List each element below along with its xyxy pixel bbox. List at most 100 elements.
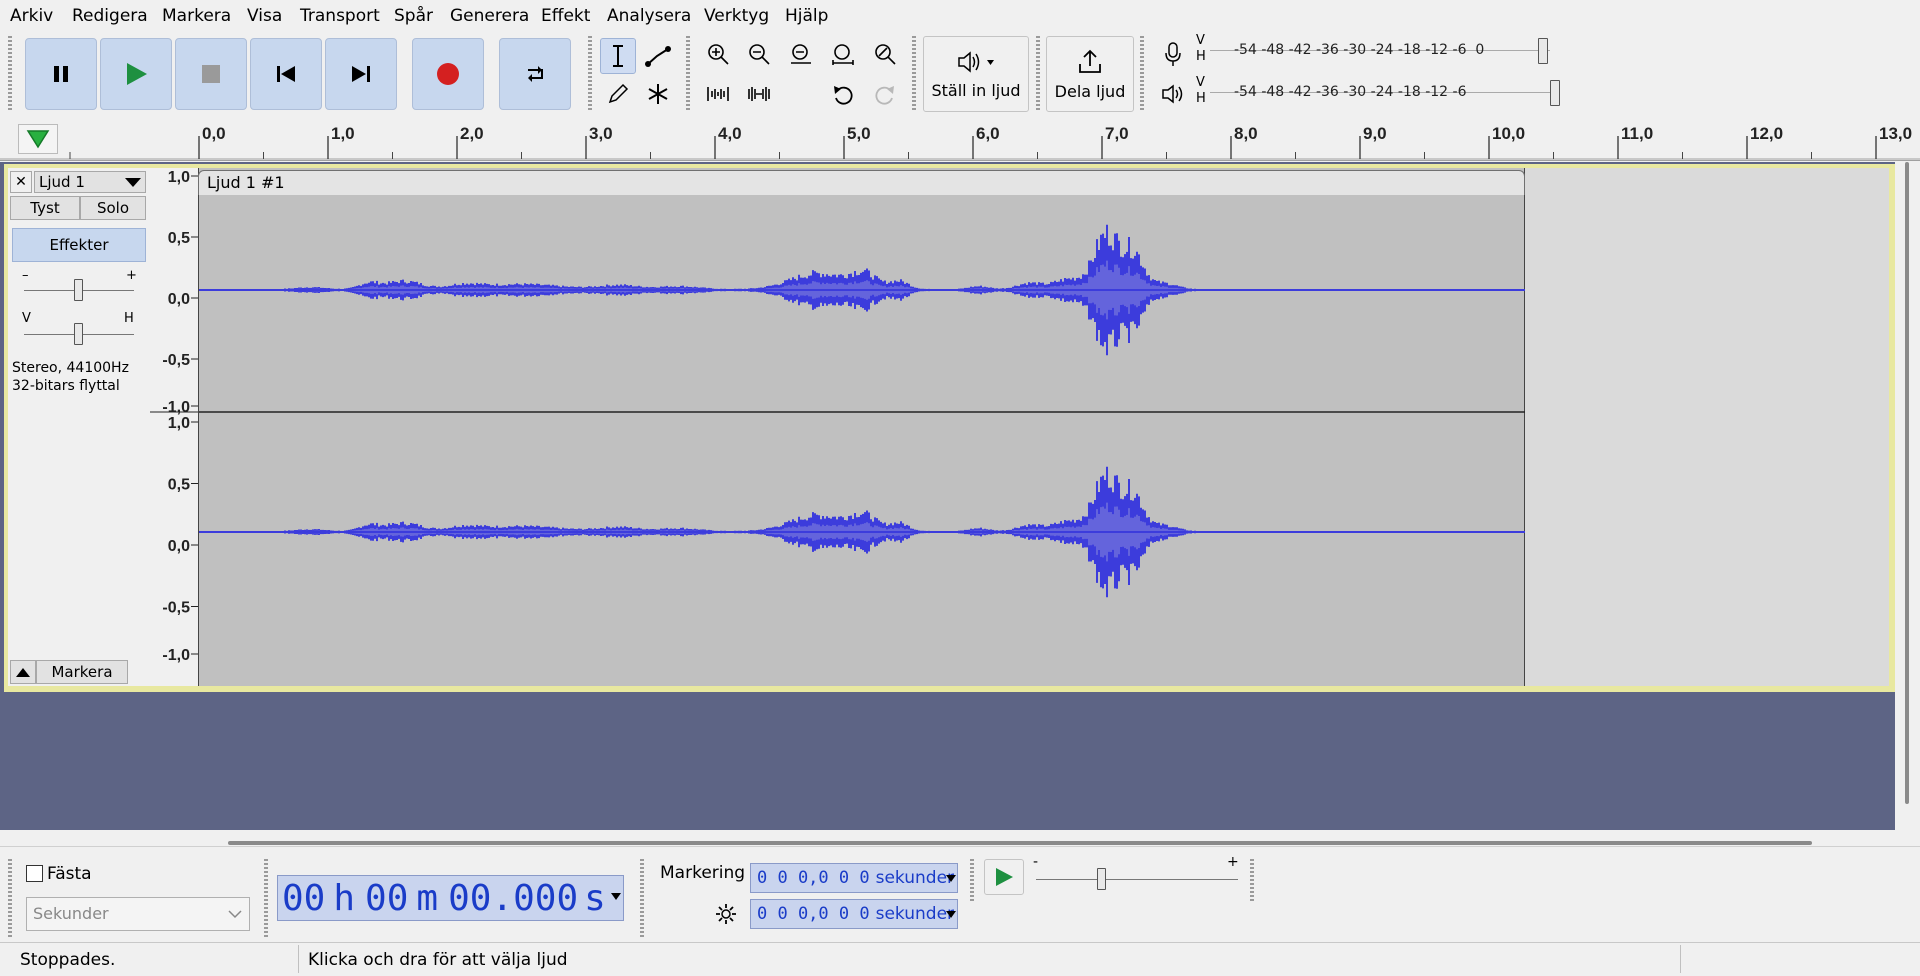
selection-end-field[interactable]: 0 0 0,0 0 0 sekunder <box>750 899 958 929</box>
ruler-label: 5,0 <box>847 124 871 143</box>
undo-button[interactable] <box>825 76 861 112</box>
menu-verktyg[interactable]: Verktyg <box>704 6 769 26</box>
zoom-in-button[interactable] <box>700 36 736 72</box>
playback-meter[interactable]: -54 -48 -42 -36 -30 -24 -18 -12 -6 <box>1210 76 1560 110</box>
track-name: Ljud 1 <box>39 173 85 191</box>
menu-markera[interactable]: Markera <box>162 6 231 26</box>
trim-audio-icon <box>707 87 729 101</box>
stop-icon <box>202 65 220 83</box>
play-at-speed-button[interactable] <box>984 859 1024 895</box>
meter-rec-v-label: V <box>1196 33 1205 48</box>
toolbar-grip[interactable] <box>1140 36 1144 112</box>
selection-settings-button[interactable] <box>708 899 744 929</box>
toolbar-grip[interactable] <box>1250 859 1254 903</box>
time-display[interactable]: 00 h 00 m 00.000 s <box>277 875 624 921</box>
playback-meter-slider[interactable] <box>1550 80 1560 106</box>
effects-button[interactable]: Effekter <box>12 228 146 262</box>
gain-slider[interactable] <box>74 279 83 301</box>
toolbar-grip[interactable] <box>264 859 268 939</box>
toolbar-grip[interactable] <box>588 36 592 112</box>
waveform <box>199 224 1526 598</box>
vertical-scrollbar[interactable] <box>1905 162 1909 804</box>
track-close-button[interactable]: ✕ <box>10 171 32 193</box>
snap-checkbox[interactable] <box>26 865 43 882</box>
trim-button[interactable] <box>700 76 736 112</box>
toolbar-grip[interactable] <box>8 859 12 939</box>
pause-button[interactable] <box>25 38 97 110</box>
silence-button[interactable] <box>741 76 777 112</box>
collapse-up-icon <box>16 668 30 677</box>
menu-generera[interactable]: Generera <box>450 6 529 26</box>
selection-end-dropdown-icon[interactable] <box>945 910 957 920</box>
pan-slider[interactable] <box>74 323 83 345</box>
selection-tool-button[interactable] <box>600 38 636 74</box>
solo-button[interactable]: Solo <box>80 196 146 220</box>
draw-tool-button[interactable] <box>600 76 636 112</box>
amplitude-scale[interactable]: 1,0 0,5 0,0 -0,5 -1,0 1,0 0,5 0,0 -0,5 -1,0 <box>150 168 198 686</box>
record-meter[interactable]: -54 -48 -42 -36 -30 -24 -18 -12 -6 0 <box>1210 34 1560 68</box>
collapse-track-button[interactable] <box>10 660 36 684</box>
speed-slider[interactable] <box>1097 868 1106 890</box>
skip-to-end-button[interactable] <box>325 38 397 110</box>
zoom-toggle-icon <box>875 44 896 65</box>
redo-button[interactable] <box>867 76 903 112</box>
envelope-tool-button[interactable] <box>640 38 676 74</box>
loop-button[interactable] <box>499 38 571 110</box>
fit-selection-button[interactable] <box>783 36 819 72</box>
audio-clip[interactable] <box>198 168 1526 686</box>
toolbar-grip[interactable] <box>686 36 690 112</box>
timeline-ruler[interactable]: 0,0 1,0 2,0 3,0 4,0 5,0 6,0 7,0 8,0 9,0 10,0 11,0 12… <box>0 118 1920 161</box>
track-empty-area[interactable] <box>1525 168 1889 686</box>
skip-to-start-button[interactable] <box>250 38 322 110</box>
meter-play-v-label: V <box>1196 75 1205 90</box>
time-format-dropdown-icon[interactable] <box>610 892 622 902</box>
toolbar-grip[interactable] <box>912 36 916 112</box>
clip-title-bar[interactable]: Ljud 1 #1 <box>198 170 1525 195</box>
record-meter-slider[interactable] <box>1538 38 1548 64</box>
selection-start-value: 0 0 0,0 0 0 <box>757 868 870 888</box>
share-audio-button[interactable]: Dela ljud <box>1046 36 1134 112</box>
snap-units-select[interactable]: Sekunder <box>26 897 250 931</box>
speaker-icon <box>1162 84 1183 104</box>
mute-button[interactable]: Tyst <box>10 196 80 220</box>
speed-min-label: - <box>1033 854 1039 870</box>
toolbar-grip[interactable] <box>1036 36 1040 112</box>
toolbar-grip[interactable] <box>8 36 12 112</box>
multi-tool-button[interactable] <box>640 76 676 112</box>
selection-start-dropdown-icon[interactable] <box>945 874 957 884</box>
horizontal-scrollbar[interactable] <box>228 841 1812 845</box>
undo-icon <box>834 86 853 105</box>
playback-meter-button[interactable] <box>1155 76 1191 112</box>
skip-end-icon <box>352 66 370 82</box>
track-bits-info: 32-bitars flyttal <box>12 378 120 394</box>
fit-project-button[interactable] <box>825 36 861 72</box>
toolbar-grip[interactable] <box>970 859 974 903</box>
zoom-toggle-button[interactable] <box>867 36 903 72</box>
track-rate-info: Stereo, 44100Hz <box>12 360 129 376</box>
playback-meter-scale: -54 -48 -42 -36 -30 -24 -18 -12 -6 <box>1234 84 1467 100</box>
stop-button[interactable] <box>175 38 247 110</box>
track-name-menu[interactable]: Ljud 1 <box>34 171 146 193</box>
select-track-button[interactable]: Markera <box>36 660 128 684</box>
amplitude-label: -1,0 <box>162 399 190 416</box>
selection-end-value: 0 0 0,0 0 0 <box>757 904 870 924</box>
zoom-out-button[interactable] <box>741 36 777 72</box>
track-control-panel[interactable]: ✕ Ljud 1 Tyst Solo Effekter – + V H Ster… <box>8 168 151 686</box>
menu-hjalp[interactable]: Hjälp <box>785 6 828 26</box>
menu-transport[interactable]: Transport <box>300 6 380 26</box>
pause-icon <box>54 66 68 82</box>
play-icon <box>127 63 147 85</box>
menu-redigera[interactable]: Redigera <box>72 6 148 26</box>
record-button[interactable] <box>412 38 484 110</box>
menu-spar[interactable]: Spår <box>394 6 433 26</box>
audio-setup-button[interactable]: Ställ in ljud <box>923 36 1029 112</box>
record-meter-button[interactable] <box>1155 36 1191 72</box>
menu-arkiv[interactable]: Arkiv <box>10 6 53 26</box>
play-button[interactable] <box>100 38 172 110</box>
selection-start-field[interactable]: 0 0 0,0 0 0 sekunder <box>750 863 958 893</box>
meter-play-h-label: H <box>1196 91 1206 106</box>
menu-effekt[interactable]: Effekt <box>541 6 590 26</box>
toolbar-grip[interactable] <box>640 859 644 939</box>
menu-analysera[interactable]: Analysera <box>607 6 691 26</box>
menu-visa[interactable]: Visa <box>247 6 282 26</box>
